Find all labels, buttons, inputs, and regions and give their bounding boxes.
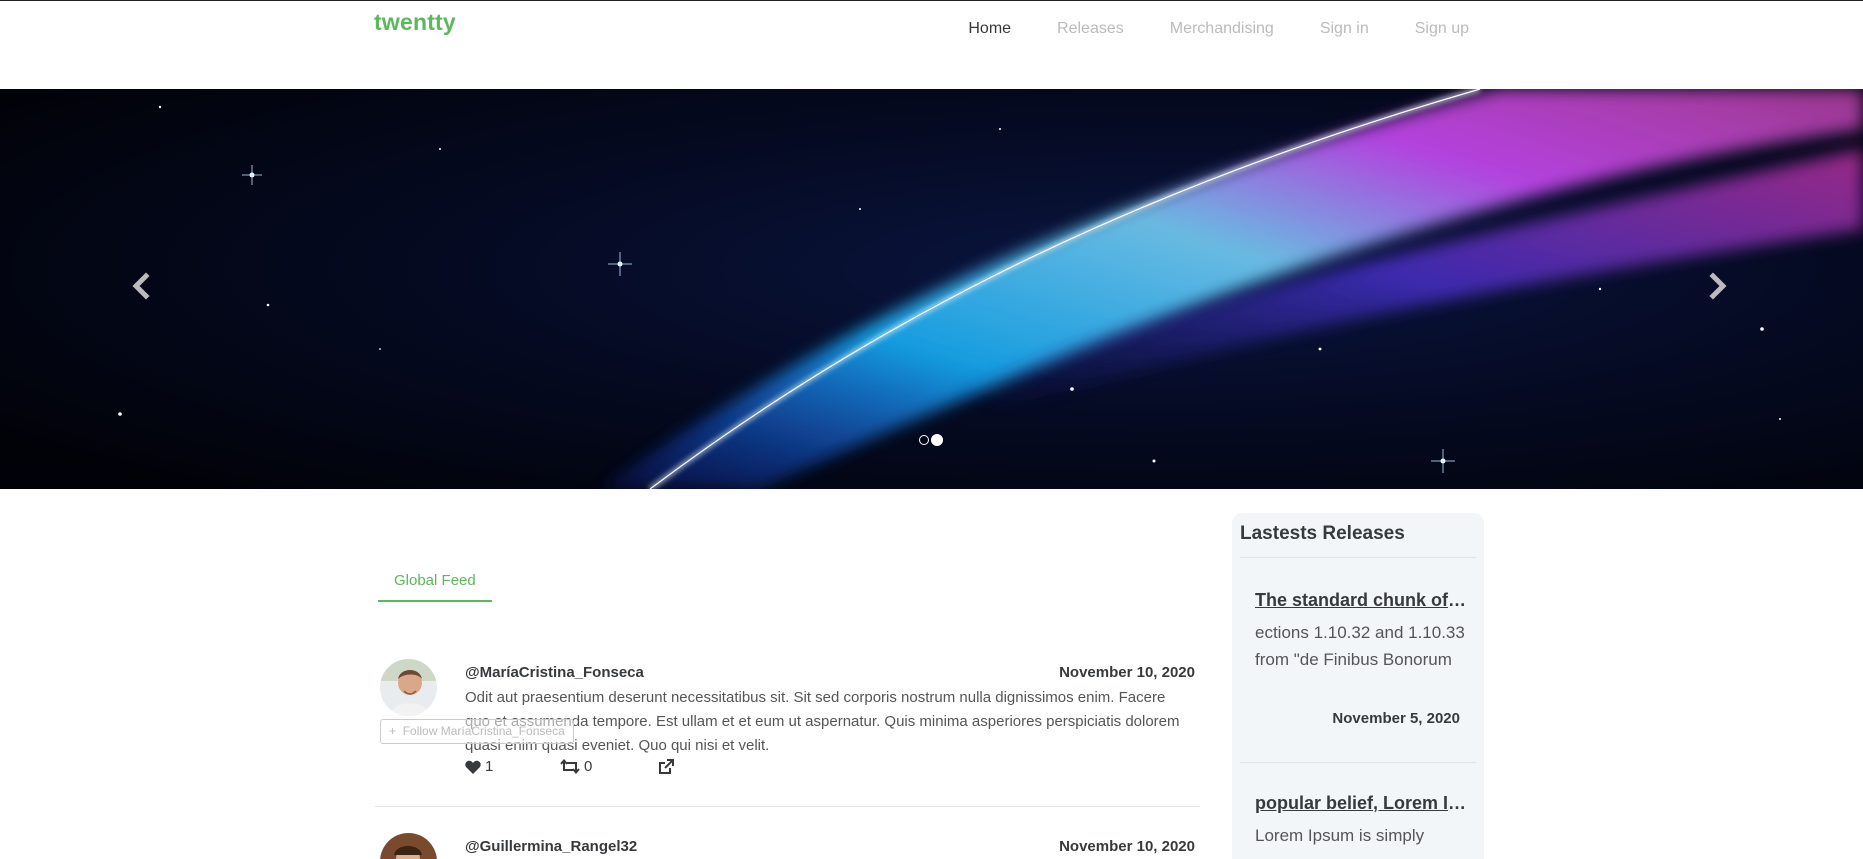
release-excerpt: Lorem Ipsum is simply <box>1255 826 1425 845</box>
tab-global-feed[interactable]: Global Feed <box>378 562 492 602</box>
carousel-slide-image <box>0 89 1863 489</box>
main-nav: Home Releases Merchandising Sign in Sign… <box>945 19 1469 39</box>
nav-home[interactable]: Home <box>945 19 1034 39</box>
release-excerpt: ections 1.10.32 and 1.10.33 from "de Fin… <box>1255 623 1465 669</box>
nav-releases[interactable]: Releases <box>1034 19 1147 39</box>
chevron-right-icon <box>1709 272 1727 300</box>
divider <box>1240 557 1476 558</box>
plus-icon: + <box>389 724 397 738</box>
nav-sign-up[interactable]: Sign up <box>1392 19 1469 39</box>
retweet-icon <box>560 759 580 774</box>
brand-logo[interactable]: twentty <box>374 9 456 36</box>
release-title[interactable]: The standard chunk of Lorem Ipsum <box>1255 590 1467 611</box>
nav-merchandising[interactable]: Merchandising <box>1147 19 1297 39</box>
carousel-prev-button[interactable] <box>118 264 162 308</box>
follow-button[interactable]: + Follow MaríaCristina_Fonseca <box>380 719 574 744</box>
divider <box>1240 762 1476 763</box>
post-body: Odit aut praesentium deserunt necessitat… <box>465 689 1180 754</box>
feed-post: @Guillermina_Rangel32 November 10, 2020 <box>375 830 1200 859</box>
top-navbar: twentty Home Releases Merchandising Sign… <box>0 0 1863 89</box>
like-count: 1 <box>485 758 494 775</box>
carousel-dot-2[interactable] <box>931 434 943 446</box>
carousel-indicators <box>919 434 943 446</box>
retweet-button[interactable]: 0 <box>560 758 658 775</box>
carousel-dot-1[interactable] <box>919 435 929 445</box>
retweet-count: 0 <box>584 758 593 775</box>
post-author[interactable]: @Guillermina_Rangel32 <box>465 838 637 855</box>
follow-label: Follow MaríaCristina_Fonseca <box>402 724 565 738</box>
avatar[interactable] <box>380 833 437 859</box>
latest-releases-panel: Lastests Releases The standard chunk of … <box>1232 513 1484 859</box>
heart-icon <box>465 760 481 774</box>
avatar[interactable] <box>380 659 437 716</box>
nav-sign-in[interactable]: Sign in <box>1297 19 1392 39</box>
chevron-left-icon <box>132 272 150 300</box>
carousel-next-button[interactable] <box>1697 264 1741 308</box>
feed-tabs: Global Feed <box>378 562 1200 602</box>
hero-carousel <box>0 89 1863 489</box>
like-button[interactable]: 1 <box>465 758 560 775</box>
post-date: November 10, 2020 <box>1059 664 1195 681</box>
post-date: November 10, 2020 <box>1059 838 1195 855</box>
post-author[interactable]: @MaríaCristina_Fonseca <box>465 664 644 681</box>
release-date: November 5, 2020 <box>1332 710 1460 727</box>
post-actions: 1 0 <box>465 758 674 775</box>
external-link-icon <box>659 758 674 774</box>
share-button[interactable] <box>658 758 674 775</box>
release-title[interactable]: popular belief, Lorem Ipsum <box>1255 793 1467 814</box>
feed-post: @MaríaCristina_Fonseca November 10, 2020… <box>375 656 1200 807</box>
sidebar-title: Lastests Releases <box>1240 523 1405 544</box>
